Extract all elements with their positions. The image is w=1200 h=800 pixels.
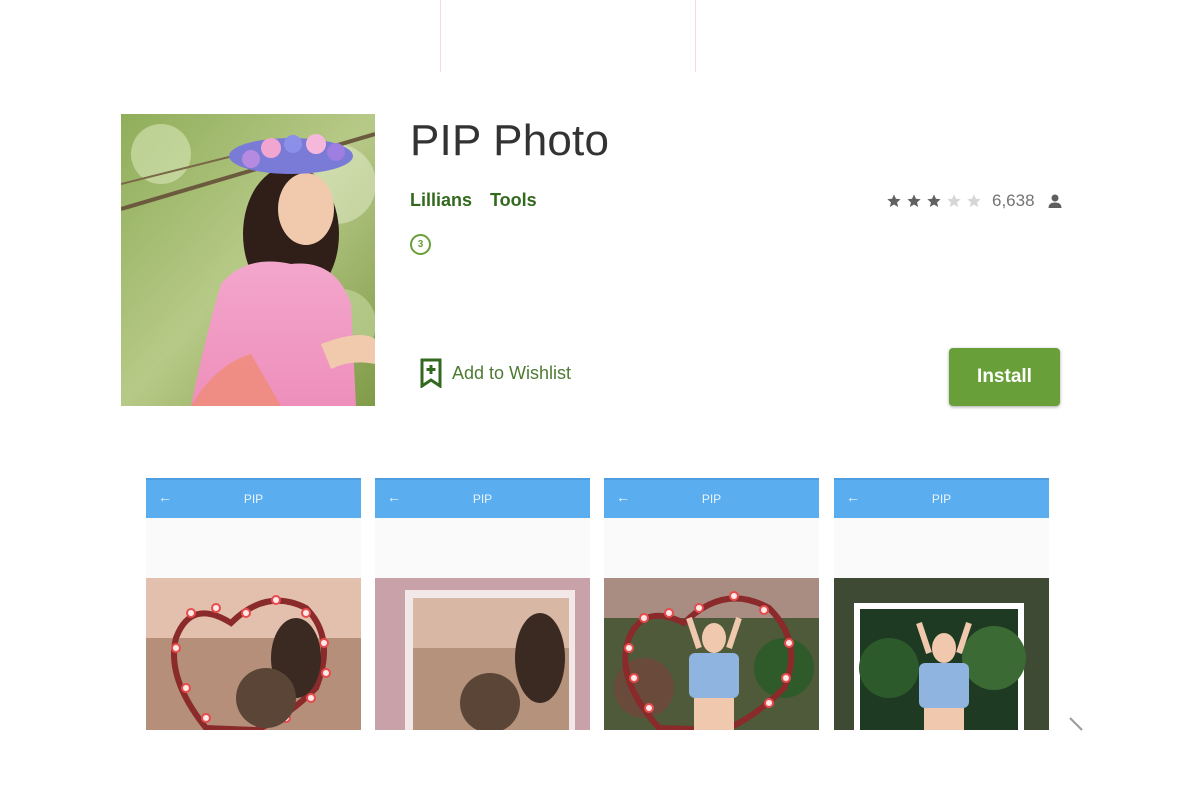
install-button[interactable]: Install xyxy=(949,348,1060,406)
screenshot-image xyxy=(375,578,590,730)
screenshot-thumbnail[interactable]: ← PIP xyxy=(146,478,361,730)
rating-count: 6,638 xyxy=(992,191,1035,210)
screenshot-toolbar-title: PIP xyxy=(243,492,264,506)
content-rating-badge: 3 xyxy=(410,234,431,255)
screenshot-toolbar: ← PIP xyxy=(834,478,1049,518)
top-divider xyxy=(440,0,441,72)
category-link[interactable]: Tools xyxy=(490,190,537,211)
screenshot-thumbnail[interactable]: ← PIP xyxy=(604,478,819,730)
star-icon xyxy=(947,194,961,207)
add-to-wishlist-button[interactable]: Add to Wishlist xyxy=(420,358,571,388)
screenshot-thumbnail[interactable]: ← PIP xyxy=(834,478,1049,730)
rating-summary: 6,638 xyxy=(886,191,1063,211)
developer-link[interactable]: Lillians xyxy=(410,190,472,211)
app-title: PIP Photo xyxy=(410,116,610,165)
screenshot-image xyxy=(146,578,361,730)
star-icon xyxy=(927,194,941,207)
screenshot-toolbar-title: PIP xyxy=(931,492,952,506)
scroll-arrow-icon[interactable] xyxy=(1068,716,1084,732)
screenshot-toolbar: ← PIP xyxy=(375,478,590,518)
screenshot-toolbar-title: PIP xyxy=(472,492,493,506)
star-icon xyxy=(887,194,901,207)
screenshot-image xyxy=(834,578,1049,730)
wishlist-bookmark-icon xyxy=(420,358,442,388)
star-icon xyxy=(967,194,981,207)
screenshot-toolbar-title: PIP xyxy=(701,492,722,506)
screenshot-toolbar: ← PIP xyxy=(146,478,361,518)
screenshot-thumbnail[interactable]: ← PIP xyxy=(375,478,590,730)
app-icon-image xyxy=(121,114,375,406)
star-rating xyxy=(886,193,982,209)
top-divider xyxy=(695,0,696,72)
screenshot-toolbar: ← PIP xyxy=(604,478,819,518)
user-icon xyxy=(1048,194,1062,208)
screenshot-image xyxy=(604,578,819,730)
star-icon xyxy=(907,194,921,207)
wishlist-label: Add to Wishlist xyxy=(452,362,572,383)
